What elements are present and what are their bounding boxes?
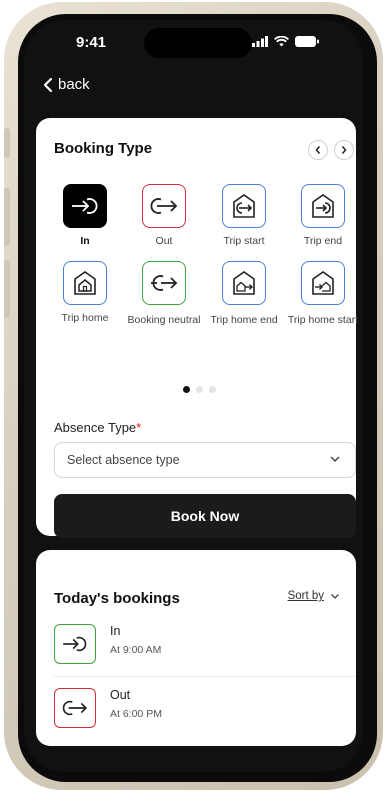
trip-start-icon	[233, 194, 255, 218]
booking-neutral-icon	[151, 275, 178, 291]
trip-home-end-icon	[233, 271, 255, 295]
trip-end-icon	[312, 194, 334, 218]
volume-up-button	[4, 188, 10, 246]
booking-type-trip-home-end[interactable]	[222, 261, 266, 305]
volume-down-button	[4, 260, 10, 318]
type-label-trip-start: Trip start	[223, 235, 265, 247]
chevron-left-icon	[315, 146, 321, 154]
arrow-out-icon	[150, 198, 178, 214]
back-label: back	[58, 76, 90, 93]
booking-row-time: At 6:00 PM	[110, 708, 162, 720]
status-bar: 9:41	[24, 20, 363, 64]
chevron-down-icon	[331, 593, 339, 599]
wifi-icon	[274, 36, 289, 47]
arrow-out-icon	[62, 700, 88, 716]
chevron-left-icon	[43, 77, 53, 92]
booking-type-trip-home-start[interactable]	[301, 261, 345, 305]
type-label-trip-end: Trip end	[303, 235, 343, 247]
page-indicator	[183, 386, 216, 393]
type-label-in: In	[80, 235, 90, 247]
absence-type-placeholder: Select absence type	[67, 453, 180, 467]
battery-icon	[295, 36, 319, 47]
booking-row-name: In	[110, 624, 121, 638]
signal-icon	[252, 36, 268, 47]
book-now-button[interactable]: Book Now	[54, 494, 356, 538]
booking-row-name: Out	[110, 688, 131, 702]
booking-type-card: Booking Type In Out Trip start Trip end …	[36, 118, 358, 538]
back-button[interactable]: back	[42, 76, 90, 93]
booking-row-icon	[54, 624, 96, 664]
absence-type-select[interactable]: Select absence type	[54, 442, 356, 478]
trip-home-start-icon	[312, 271, 334, 295]
todays-bookings-title: Today's bookings	[54, 590, 180, 607]
sort-by-label: Sort by	[287, 590, 324, 602]
booking-row[interactable]: Out At 6:00 PM	[54, 684, 356, 732]
absence-type-label-text: Absence Type	[54, 420, 137, 435]
page-dot-3[interactable]	[209, 386, 216, 393]
type-label-booking-neutral: Booking neutral	[127, 314, 201, 326]
booking-row-icon	[54, 688, 96, 728]
next-page-button[interactable]	[334, 140, 354, 160]
sort-by-button[interactable]: Sort by	[288, 590, 340, 602]
booking-type-title: Booking Type	[54, 140, 153, 157]
type-label-trip-home-start: Trip home start	[287, 314, 359, 326]
booking-type-trip-home[interactable]	[63, 261, 107, 305]
required-mark: *	[136, 420, 142, 435]
booking-type-trip-end[interactable]	[301, 184, 345, 228]
mute-switch	[4, 128, 10, 158]
arrow-in-icon	[63, 636, 87, 652]
page-dot-1[interactable]	[183, 386, 190, 393]
chevron-right-icon	[341, 146, 347, 154]
page-dot-2[interactable]	[196, 386, 203, 393]
type-label-trip-home: Trip home	[61, 312, 109, 324]
booking-type-neutral[interactable]	[142, 261, 186, 305]
divider	[54, 676, 356, 677]
type-label-out: Out	[155, 235, 173, 247]
trip-home-icon	[74, 271, 96, 295]
type-label-trip-home-end: Trip home end	[210, 314, 278, 326]
booking-row-time: At 9:00 AM	[110, 644, 162, 656]
booking-type-in[interactable]	[63, 184, 107, 228]
screen: 9:41 back Booking Type In Out Trip start…	[24, 20, 363, 772]
status-icons	[252, 36, 319, 47]
todays-bookings-card: Today's bookings Sort by In At 9:00 AM O…	[36, 550, 356, 746]
absence-type-label: Absence Type*	[54, 420, 141, 435]
arrow-in-icon	[72, 198, 98, 214]
prev-page-button[interactable]	[308, 140, 328, 160]
booking-type-out[interactable]	[142, 184, 186, 228]
chevron-down-icon	[330, 456, 340, 463]
booking-type-trip-start[interactable]	[222, 184, 266, 228]
status-time: 9:41	[76, 34, 107, 51]
booking-row[interactable]: In At 9:00 AM	[54, 620, 356, 668]
dynamic-island	[144, 28, 252, 58]
